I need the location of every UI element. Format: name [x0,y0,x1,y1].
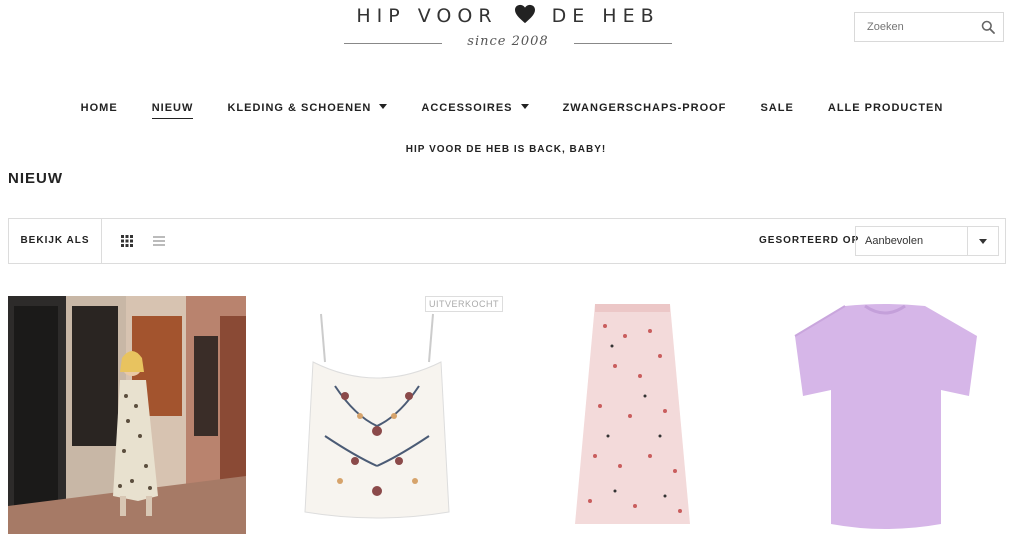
nav-item-label: KLEDING & SCHOENEN [227,102,372,114]
nav-item-home[interactable]: HOME [81,102,118,118]
nav-item-sale[interactable]: SALE [760,102,793,118]
search-input[interactable] [855,13,977,41]
logo-text-right: DE HEB [551,5,660,27]
grid-view-icon[interactable] [121,235,133,247]
logo-divider-right [574,43,672,44]
main-navigation: HOME NIEUW KLEDING & SCHOENEN ACCESSOIRE… [0,102,1024,119]
nav-item-label: ACCESSOIRES [421,102,513,114]
page-title: NIEUW [8,170,63,187]
promo-banner[interactable]: HIP VOOR DE HEB IS BACK, BABY! [0,144,1012,155]
search-box [854,12,1004,42]
logo-tagline: since 2008 [467,34,549,49]
collection-toolbar: BEKIJK ALS GESORTEERD OP Aanbevolen [8,218,1006,264]
site-logo[interactable]: HIP VOOR DE HEB since 2008 [338,4,678,52]
search-icon[interactable] [981,20,995,34]
logo-divider-left [344,43,442,44]
nav-item-zwangerschaps-proof[interactable]: ZWANGERSCHAPS-PROOF [563,102,727,118]
product-image-lilac-tshirt [794,304,977,529]
product-card[interactable]: UITVERKOCHT [265,296,504,534]
chevron-down-icon [979,239,987,244]
chevron-down-icon [379,104,388,109]
product-card[interactable] [520,296,758,534]
product-card[interactable] [775,296,1013,534]
sort-select-value: Aanbevolen [865,235,924,247]
product-card[interactable] [8,296,246,534]
logo-text-left: HIP VOOR [356,5,498,27]
nav-item-nieuw[interactable]: NIEUW [151,102,194,119]
product-image-floral-skirt [575,304,690,524]
chevron-down-icon [520,104,529,109]
heart-icon [514,4,535,24]
view-as-label: BEKIJK ALS [9,219,102,263]
nav-item-accessoires[interactable]: ACCESSOIRES [421,102,529,118]
sort-dropdown-button[interactable] [967,227,998,255]
nav-item-kleding-schoenen[interactable]: KLEDING & SCHOENEN [227,102,388,118]
product-image-embroidered-top [304,313,450,519]
sold-out-badge: UITVERKOCHT [425,296,504,312]
nav-item-alle-producten[interactable]: ALLE PRODUCTEN [828,102,943,118]
product-image-model-photo [8,296,246,534]
list-view-icon[interactable] [153,235,165,247]
sort-label: GESORTEERD OP [759,235,860,246]
sort-select[interactable]: Aanbevolen [855,226,999,256]
